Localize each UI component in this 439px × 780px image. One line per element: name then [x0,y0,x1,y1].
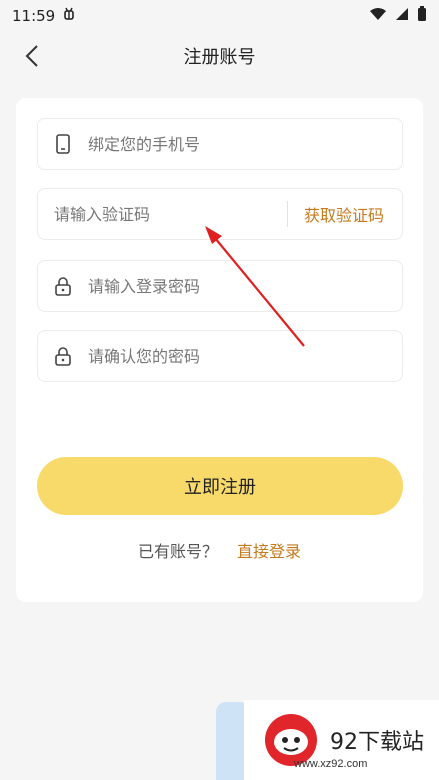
confirm-password-field[interactable] [37,330,403,382]
password-input[interactable] [86,260,402,312]
watermark-url: www.xz92.com [294,758,368,770]
code-field[interactable]: 获取验证码 [37,188,403,240]
code-input[interactable] [52,188,287,240]
signal-icon [395,7,409,25]
login-row: 已有账号？ 直接登录 [16,538,423,562]
register-card: 获取验证码 立即注册 已有账号？ 直接登录 [16,98,423,602]
back-button[interactable] [18,42,46,70]
password-field[interactable] [37,260,403,312]
battery-icon [417,6,427,26]
chevron-left-icon[interactable] [24,44,40,68]
phone-field[interactable] [37,118,403,170]
lock-icon [52,345,74,367]
divider [286,201,288,227]
login-link[interactable]: 直接登录 [237,542,301,561]
phone-icon [52,133,74,155]
page-title: 注册账号 [183,47,256,68]
register-button[interactable]: 立即注册 [37,457,403,515]
watermark-text: 92下载站 [330,730,424,755]
lock-icon [52,275,74,297]
watermark: 92下载站 www.xz92.com [212,700,439,780]
bug-icon [61,6,77,26]
status-time: 11:59 [12,7,56,25]
status-left: 11:59 [12,6,77,26]
confirm-password-input[interactable] [86,330,402,382]
wifi-icon [369,7,387,25]
phone-input[interactable] [86,118,402,170]
status-bar: 11:59 [0,0,439,32]
status-right [369,6,427,26]
get-code-button[interactable]: 获取验证码 [304,202,384,226]
nav-bar: 注册账号 [0,32,439,80]
login-question: 已有账号？ [137,542,218,561]
